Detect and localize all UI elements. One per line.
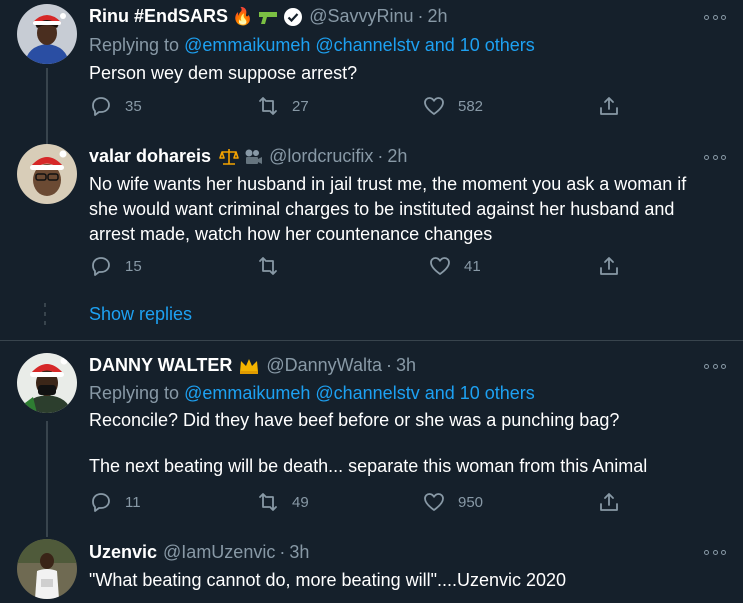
fire-emoji: 🔥 [232, 7, 254, 26]
retweet-button[interactable]: 49 [256, 490, 309, 514]
tweet-text: "What beating cannot do, more beating wi… [89, 570, 567, 590]
mentions-link[interactable]: @emmaikumeh @channelstv and 10 others [184, 383, 535, 403]
user-handle[interactable]: @IamUzenvic [163, 542, 275, 563]
tweet-4[interactable]: Uzenvic @IamUzenvic · 3h "What beating c… [0, 531, 743, 603]
separator-dot: · [417, 6, 424, 26]
tweet-3[interactable]: DANNY WALTER @DannyWalta · 3h Replying t… [0, 341, 743, 531]
tweet-text-line-1: Reconcile? Did they have beef before or … [89, 410, 620, 430]
like-icon [430, 257, 450, 275]
tweet-1[interactable]: Rinu #EndSARS 🔥 @SavvyRinu · 2h Replying… [0, 0, 743, 140]
more-icon[interactable] [704, 153, 726, 161]
separator-dot: · [386, 355, 392, 375]
retweet-count: 49 [292, 493, 309, 511]
like-count: 582 [458, 97, 484, 115]
separator-dot: · [279, 542, 286, 562]
reply-icon [92, 493, 110, 512]
thread-line [46, 531, 48, 537]
avatar[interactable] [17, 539, 77, 599]
thread-line [46, 68, 48, 140]
like-count: 950 [458, 493, 484, 511]
reply-button[interactable]: 15 [89, 254, 142, 278]
avatar[interactable] [17, 4, 77, 64]
reply-icon [92, 97, 110, 116]
avatar[interactable] [17, 353, 77, 413]
thread-continuation-dots [43, 303, 47, 325]
replying-to-label: Replying to [89, 383, 185, 403]
replying-to-label: Replying to [89, 35, 185, 55]
retweet-icon [259, 257, 277, 275]
camera-emoji [243, 148, 263, 166]
display-name[interactable]: Rinu #EndSARS [89, 6, 228, 27]
avatar[interactable] [17, 144, 77, 204]
verified-icon [283, 7, 303, 27]
gun-emoji [257, 9, 279, 25]
tweet-text: No wife wants her husband in jail trust … [89, 174, 687, 244]
reply-button[interactable]: 35 [89, 94, 142, 118]
share-button[interactable] [597, 94, 621, 118]
tweet-actions: 11 49 950 [89, 490, 629, 516]
like-icon [424, 493, 444, 511]
retweet-button[interactable] [256, 254, 292, 278]
like-button[interactable]: 950 [422, 490, 483, 514]
reply-count: 15 [125, 257, 142, 275]
replying-to: Replying to @emmaikumeh @channelstv and … [89, 35, 535, 56]
mentions-link[interactable]: @emmaikumeh @channelstv and 10 others [184, 35, 535, 55]
separator-dot: · [377, 146, 384, 166]
replying-to: Replying to @emmaikumeh @channelstv and … [89, 383, 535, 404]
thread-line [46, 421, 48, 531]
crown-emoji [238, 357, 260, 375]
more-icon[interactable] [704, 548, 726, 556]
tweet-actions: 15 41 [89, 254, 629, 280]
reply-count: 35 [125, 97, 142, 115]
share-button[interactable] [597, 490, 621, 514]
like-icon [424, 97, 444, 115]
tweet-text: Person wey dem suppose arrest? [89, 63, 358, 83]
scales-emoji [219, 148, 239, 166]
share-icon [600, 493, 618, 511]
display-name[interactable]: DANNY WALTER [89, 355, 232, 376]
display-name[interactable]: valar dohareis [89, 146, 211, 167]
retweet-count: 27 [292, 97, 309, 115]
like-button[interactable]: 582 [422, 94, 483, 118]
timestamp[interactable]: 2h [387, 146, 407, 167]
tweet-header: DANNY WALTER @DannyWalta · 3h [89, 355, 416, 376]
like-button[interactable]: 41 [428, 254, 481, 278]
share-button[interactable] [597, 254, 621, 278]
tweet-header: Uzenvic @IamUzenvic · 3h [89, 542, 309, 563]
like-count: 41 [464, 257, 481, 275]
timestamp[interactable]: 3h [289, 542, 309, 563]
display-name[interactable]: Uzenvic [89, 542, 157, 563]
user-handle[interactable]: @lordcrucifix [269, 146, 373, 167]
share-icon [600, 97, 618, 115]
retweet-button[interactable]: 27 [256, 94, 309, 118]
user-handle[interactable]: @DannyWalta [266, 355, 382, 376]
tweet-header: Rinu #EndSARS 🔥 @SavvyRinu · 2h [89, 6, 448, 27]
share-icon [600, 257, 618, 275]
show-replies-link[interactable]: Show replies [89, 304, 192, 325]
timestamp[interactable]: 2h [428, 6, 448, 27]
reply-icon [92, 257, 110, 276]
timestamp[interactable]: 3h [396, 355, 416, 376]
reply-button[interactable]: 11 [89, 490, 141, 514]
user-handle[interactable]: @SavvyRinu [309, 6, 413, 27]
retweet-icon [259, 97, 277, 115]
tweet-actions: 35 27 582 [89, 94, 629, 120]
tweet-header: valar dohareis @lordcrucifix · 2h [89, 146, 407, 167]
reply-count: 11 [125, 493, 141, 511]
more-icon[interactable] [704, 13, 726, 21]
more-icon[interactable] [704, 362, 726, 370]
retweet-icon [259, 493, 277, 511]
tweet-text-line-2: The next beating will be death... separa… [89, 456, 648, 476]
